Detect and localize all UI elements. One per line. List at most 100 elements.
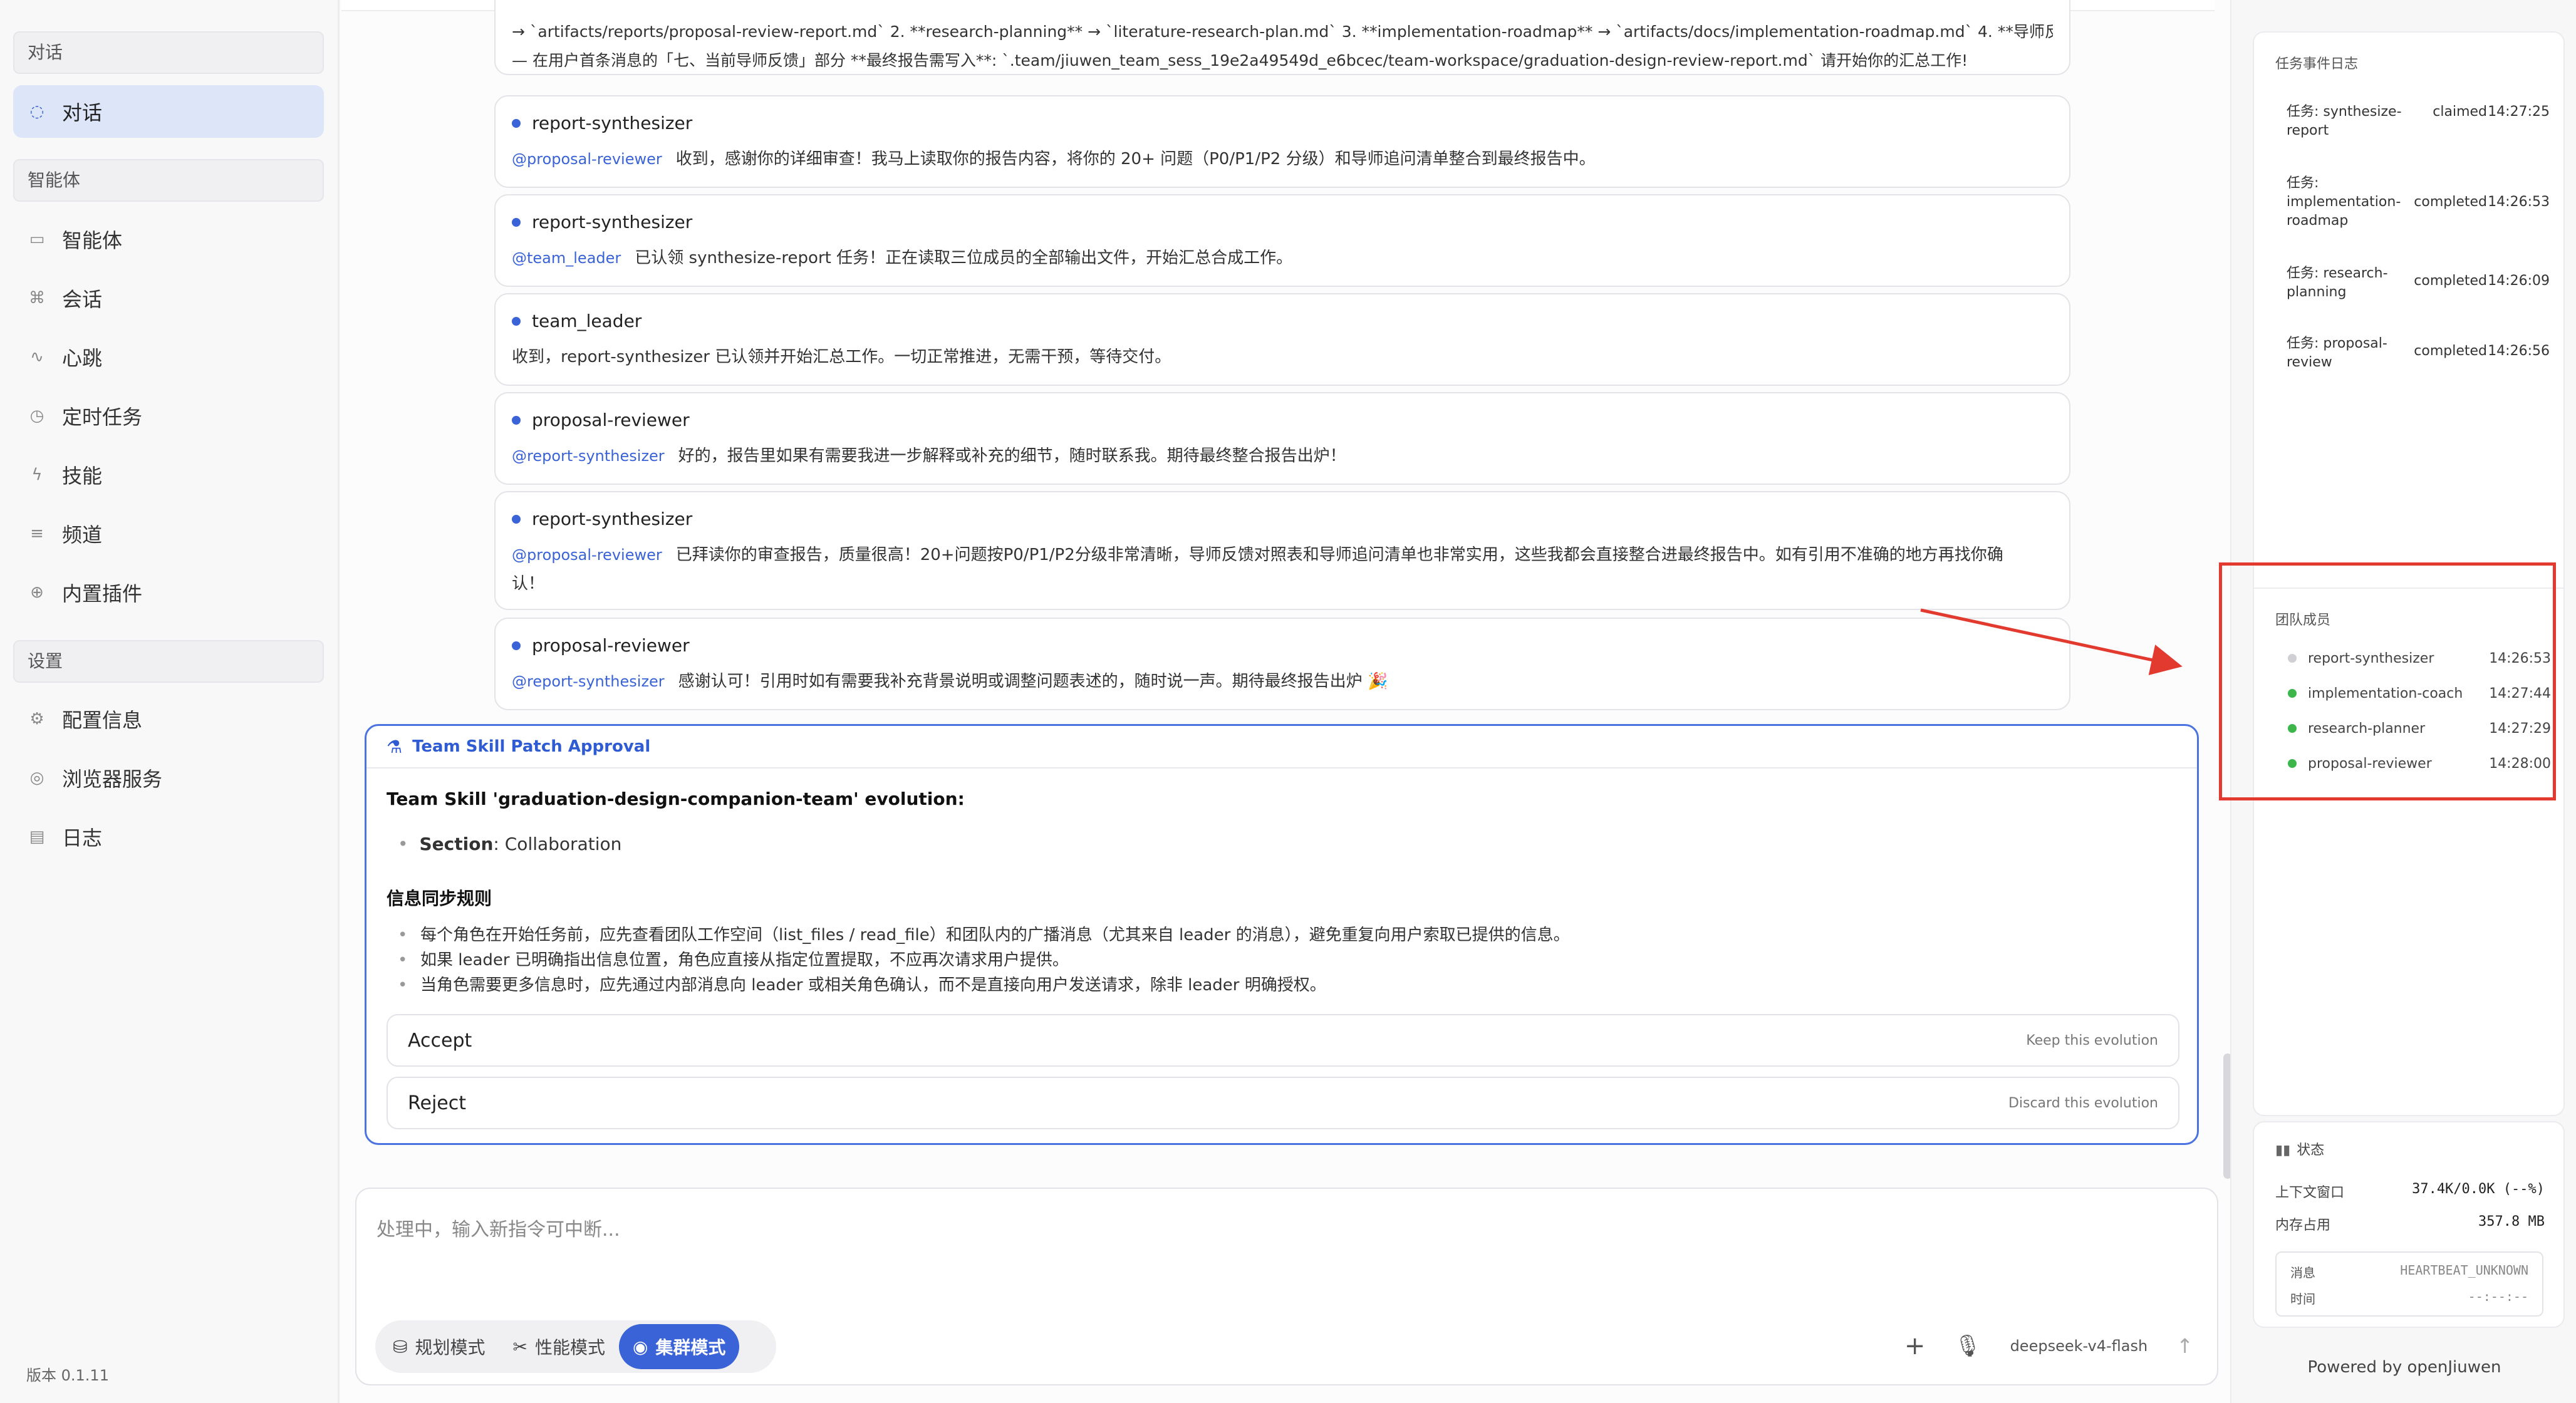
message-card: team_leader 收到，report-synthesizer 已认领并开始…: [494, 293, 2070, 386]
message-input[interactable]: 处理中，输入新指令可中断... ⛁ 规划模式 ✂ 性能模式 ◉ 集群模式 + 🎙…: [355, 1188, 2218, 1385]
chat-area: → `artifacts/reports/proposal-review-rep…: [341, 0, 2232, 1403]
status-card: ▮▮ 状态 上下文窗口 37.4K/0.0K (--%) 内存占用 357.8 M…: [2253, 1121, 2565, 1328]
microphone-icon[interactable]: 🎙: [1954, 1333, 1981, 1359]
context-window-label: 上下文窗口: [2275, 1185, 2345, 1201]
task-time: 14:27:25: [2488, 104, 2550, 120]
chat-bubble-icon: ◌: [29, 102, 44, 121]
bar-chart-icon: ▮▮: [2275, 1142, 2291, 1158]
mention-link[interactable]: @report-synthesizer: [512, 673, 665, 690]
sidebar-item-browser-service[interactable]: ◎ 浏览器服务: [13, 752, 324, 804]
task-name: 任务: synthesize-report: [2287, 104, 2402, 138]
sidebar-item-label: 日志: [62, 826, 103, 850]
sidebar-item-label: 技能: [62, 464, 103, 488]
sidebar-item-channels[interactable]: ≡ 频道: [13, 507, 324, 560]
message-card: report-synthesizer @team_leader 已认领 synth…: [494, 194, 2070, 287]
task-time: 14:26:09: [2488, 273, 2550, 289]
message-card: proposal-reviewer @report-synthesizer 好的，…: [494, 392, 2070, 485]
message-text: 收到，感谢你的详细审查！我马上读取你的报告内容，将你的 20+ 问题（P0/P1…: [675, 150, 1596, 168]
mention-link[interactable]: @proposal-reviewer: [512, 546, 662, 564]
input-placeholder: 处理中，输入新指令可中断...: [377, 1219, 620, 1241]
memory-label: 内存占用: [2275, 1218, 2331, 1233]
task-status: claimed: [2433, 104, 2487, 120]
sidebar-item-label: 浏览器服务: [62, 767, 163, 791]
sender-dot: [512, 217, 521, 227]
mode-label: 集群模式: [655, 1337, 726, 1358]
mention-link[interactable]: @report-synthesizer: [512, 447, 665, 465]
sidebar-item-agents[interactable]: ▭ 智能体: [13, 213, 324, 266]
annotation-arrow-icon: [1920, 608, 2183, 676]
sidebar-item-label: 心跳: [62, 346, 103, 370]
send-arrow-icon[interactable]: ↑: [2176, 1334, 2193, 1358]
message-text: — 在用户首条消息的「七、当前导师反馈」部分 **最终报告需写入**: `.te…: [512, 51, 1968, 70]
mode-cluster-button[interactable]: ◉ 集群模式: [618, 1324, 740, 1369]
sidebar-item-heartbeat[interactable]: ∿ 心跳: [13, 331, 324, 383]
powered-by: Powered by openJiuwen: [2307, 1358, 2501, 1377]
approval-subheading: 信息同步规则: [387, 888, 492, 909]
sidebar-item-skills[interactable]: ϟ 技能: [13, 448, 324, 501]
mention-link[interactable]: @team_leader: [512, 249, 621, 267]
reject-label: Reject: [408, 1092, 467, 1114]
message-sender: team_leader: [532, 311, 642, 331]
section-label: Section: [419, 834, 494, 854]
task-status: completed: [2414, 343, 2487, 359]
version-label: 版本 0.1.11: [26, 1367, 109, 1384]
cluster-icon: ◉: [632, 1336, 648, 1357]
message-card: report-synthesizer @proposal-reviewer 已拜读…: [494, 491, 2070, 610]
model-selector[interactable]: deepseek-v4-flash: [2010, 1337, 2148, 1355]
sender-dot: [512, 415, 521, 425]
memory-row: 内存占用 357.8 MB: [2275, 1214, 2545, 1234]
rule-item: 每个角色在开始任务前，应先查看团队工作空间（list_files / read_…: [398, 923, 1570, 948]
status-title-row: ▮▮ 状态: [2275, 1139, 2545, 1159]
context-window-value: 37.4K/0.0K (--%): [2412, 1181, 2545, 1197]
sidebar: 对话 ◌ 对话 智能体 ▭ 智能体 ⌘ 会话 ∿ 心跳 ◷ 定时任务 ϟ 技能 …: [0, 0, 340, 1403]
message-text: 感谢认可！引用时如有需要我补充背景说明或调整问题表述的，随时说一声。期待最终报告…: [678, 672, 1388, 691]
sidebar-item-label: 配置信息: [62, 708, 143, 732]
bullet: •: [398, 834, 408, 854]
approval-rules-list: 每个角色在开始任务前，应先查看团队工作空间（list_files / read_…: [398, 923, 1570, 998]
sidebar-item-config[interactable]: ⚙ 配置信息: [13, 693, 324, 745]
message-sender: proposal-reviewer: [532, 410, 690, 430]
sidebar-item-builtin-plugins[interactable]: ⊕ 内置插件: [13, 566, 324, 619]
document-icon: ▤: [29, 827, 45, 846]
reject-button[interactable]: Reject Discard this evolution: [387, 1077, 2179, 1129]
sidebar-item-sessions[interactable]: ⌘ 会话: [13, 272, 324, 324]
task-log-title: 任务事件日志: [2275, 56, 2359, 72]
sidebar-group-settings: 设置: [13, 640, 324, 683]
message-sender: report-synthesizer: [532, 509, 693, 529]
mode-label: 规划模式: [415, 1337, 486, 1358]
monitor-icon: ▭: [29, 230, 45, 249]
gear-icon: ⚙: [29, 710, 44, 728]
sender-dot: [512, 316, 521, 326]
sidebar-item-chat[interactable]: ◌ 对话: [13, 85, 324, 138]
plan-icon: ⛁: [393, 1336, 408, 1357]
sidebar-item-label: 频道: [62, 523, 103, 547]
mode-performance-button[interactable]: ✂ 性能模式: [499, 1324, 618, 1369]
task-name: 任务: research-planning: [2287, 266, 2388, 300]
message-text: 好的，报告里如果有需要我进一步解释或补充的细节，随时联系我。期待最终整合报告出炉…: [678, 447, 1346, 465]
sidebar-item-scheduled-tasks[interactable]: ◷ 定时任务: [13, 390, 324, 442]
mention-link[interactable]: @proposal-reviewer: [512, 150, 662, 168]
reject-hint: Discard this evolution: [2008, 1095, 2158, 1111]
message-card: report-synthesizer @proposal-reviewer 收到，…: [494, 95, 2070, 188]
rule-item: 当角色需要更多信息时，应先通过内部消息向 leader 或相关角色确认，而不是直…: [398, 973, 1570, 998]
approval-header-title: Team Skill Patch Approval: [412, 737, 651, 756]
sidebar-group-chat: 对话: [13, 31, 324, 74]
task-status: completed: [2414, 273, 2487, 289]
message-text: 收到，report-synthesizer 已认领并开始汇总工作。一切正常推进，…: [512, 348, 1171, 366]
mode-plan-button[interactable]: ⛁ 规划模式: [379, 1324, 499, 1369]
sidebar-item-logs[interactable]: ▤ 日志: [13, 810, 324, 863]
clock-icon: ◷: [29, 406, 44, 425]
heartbeat-box: 消息 HEARTBEAT_UNKNOWN 时间 --:--:--: [2275, 1251, 2543, 1317]
task-name: 任务: implementation-roadmap: [2287, 175, 2401, 229]
task-status: completed: [2414, 194, 2487, 210]
accept-hint: Keep this evolution: [2026, 1032, 2158, 1048]
accept-button[interactable]: Accept Keep this evolution: [387, 1014, 2179, 1067]
sidebar-item-label: 智能体: [62, 229, 123, 252]
globe-icon: ◎: [29, 769, 44, 787]
accept-label: Accept: [408, 1029, 472, 1052]
add-attachment-icon[interactable]: +: [1904, 1332, 1926, 1360]
input-tools: + 🎙 deepseek-v4-flash ↑: [1876, 1332, 2193, 1360]
task-time: 14:26:53: [2488, 194, 2550, 210]
message-text: → `artifacts/reports/proposal-review-rep…: [512, 23, 2053, 41]
menu-lines-icon: ≡: [30, 524, 44, 543]
